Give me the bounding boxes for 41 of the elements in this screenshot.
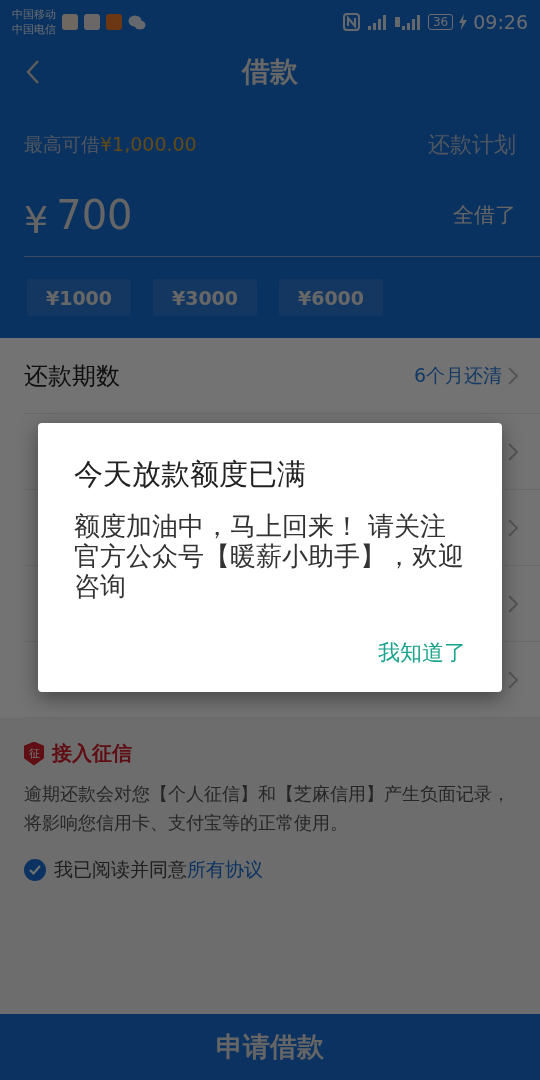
- preset-amount-button[interactable]: ¥6000: [279, 279, 383, 316]
- back-icon[interactable]: [26, 60, 40, 84]
- page-title: 借款: [242, 54, 298, 90]
- signal-icon: [365, 14, 388, 30]
- charging-bolt-icon: [459, 14, 468, 30]
- apply-button[interactable]: 申请借款: [0, 1014, 540, 1080]
- app-notification-icon: [62, 14, 78, 30]
- preset-amount-button[interactable]: ¥3000: [153, 279, 257, 316]
- nfc-icon: [342, 13, 360, 31]
- option-row[interactable]: 还款期数 6个月还清: [24, 338, 540, 414]
- chevron-right-icon: [508, 366, 518, 385]
- clock-time: 09:26: [473, 11, 528, 33]
- chevron-right-icon: [508, 518, 518, 537]
- credit-notice: 逾期还款会对您【个人征信】和【芝麻信用】产生负面记录，将影响您信用卡、支付宝等的正常使用。: [24, 782, 511, 835]
- chevron-right-icon: [508, 442, 518, 461]
- borrow-all-link[interactable]: 全借了: [453, 201, 516, 229]
- credit-title: 接入征信: [52, 740, 132, 767]
- dialog-title: 今天放款额度已满: [74, 456, 307, 493]
- amount-field[interactable]: 700: [56, 192, 453, 238]
- currency-sign: ¥: [24, 198, 49, 242]
- checkmark-icon: [29, 865, 41, 875]
- chevron-right-icon: [508, 594, 518, 613]
- chat-bubbles-icon: [128, 14, 146, 30]
- app-notification-icon: [106, 14, 122, 30]
- agree-checkbox[interactable]: [24, 859, 46, 881]
- battery-icon: 36: [427, 14, 454, 30]
- repayment-plan-link[interactable]: 还款计划: [428, 130, 516, 160]
- preset-amount-button[interactable]: ¥1000: [27, 279, 131, 316]
- max-amount-text: 最高可借¥1,000.00: [24, 132, 197, 157]
- option-value: 6个月还清: [413, 362, 502, 388]
- dialog-message: 额度加油中，马上回来！ 请关注官方公众号【暖薪小助手】，欢迎咨询: [74, 511, 465, 601]
- option-label: 还款期数: [24, 360, 121, 392]
- app-notification-icon: [84, 14, 100, 30]
- agreements-link[interactable]: 所有协议: [187, 858, 263, 880]
- carrier-name: 中国移动: [12, 7, 56, 22]
- shield-icon: 征: [24, 741, 44, 766]
- carrier-name: 中国电信: [12, 22, 56, 37]
- signal-icon: [393, 14, 422, 30]
- chevron-right-icon: [508, 670, 518, 689]
- confirm-button[interactable]: 我知道了: [378, 638, 466, 668]
- agree-text: 我已阅读并同意所有协议: [54, 857, 263, 882]
